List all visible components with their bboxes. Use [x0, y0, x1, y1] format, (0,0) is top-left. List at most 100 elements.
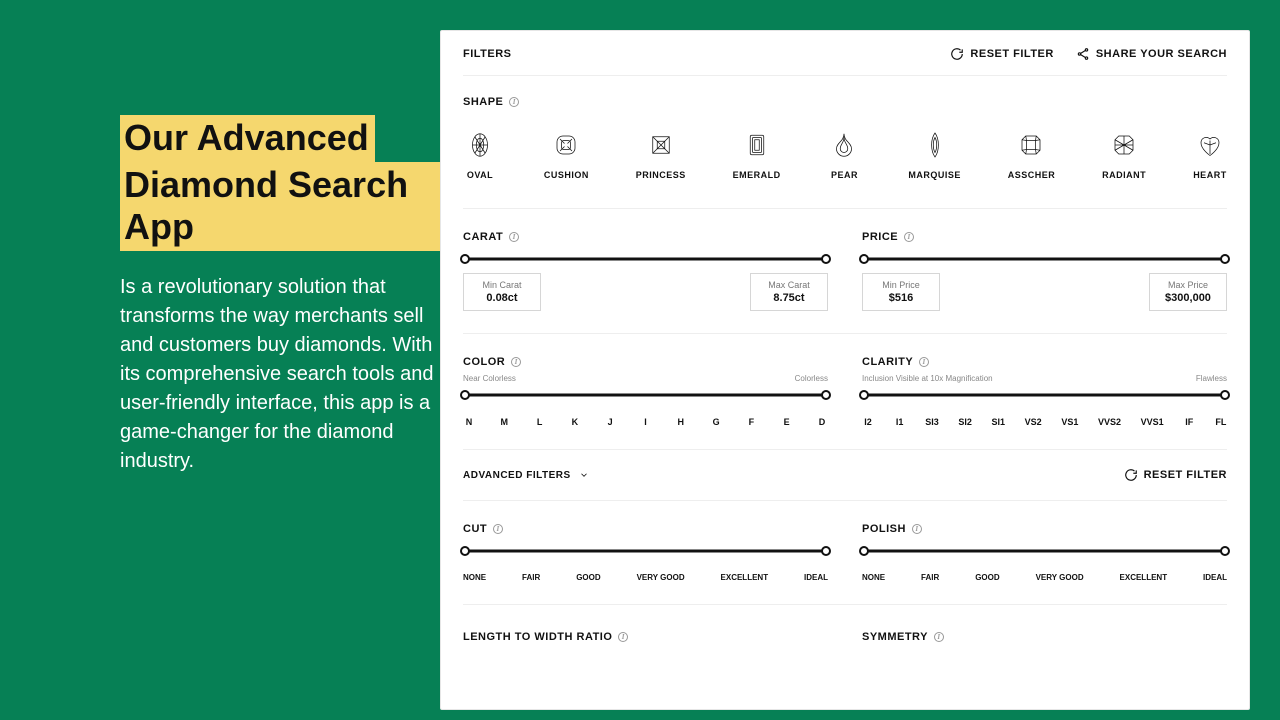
polish-slider[interactable] — [862, 547, 1227, 555]
shape-princess[interactable]: PRINCESS — [636, 130, 686, 180]
polish-title-text: POLISH — [862, 523, 906, 535]
clarity-scale: Inclusion Visible at 10x Magnification F… — [862, 374, 1227, 383]
shape-section: SHAPE OVAL CUSHION PRINCESS — [463, 76, 1227, 209]
price-title: PRICE — [862, 231, 1227, 243]
shape-label: RADIANT — [1102, 170, 1146, 180]
tick: EXCELLENT — [1120, 573, 1168, 582]
tick: FL — [1215, 417, 1227, 427]
tick: I — [639, 417, 651, 427]
tick: D — [816, 417, 828, 427]
tick: K — [569, 417, 581, 427]
shape-label: PEAR — [831, 170, 858, 180]
slider-track — [465, 258, 826, 261]
shape-asscher[interactable]: ASSCHER — [1008, 130, 1056, 180]
shape-radiant[interactable]: RADIANT — [1102, 130, 1146, 180]
cut-slider[interactable] — [463, 547, 828, 555]
app-panel: FILTERS RESET FILTER SHARE YOUR SEARCH — [440, 30, 1250, 710]
carat-title-text: CARAT — [463, 231, 503, 243]
carat-slider[interactable] — [463, 255, 828, 263]
max-carat-input[interactable]: Max Carat 8.75ct — [750, 273, 828, 311]
topbar: FILTERS RESET FILTER SHARE YOUR SEARCH — [463, 47, 1227, 76]
min-carat-input[interactable]: Min Carat 0.08ct — [463, 273, 541, 311]
max-carat-value: 8.75ct — [765, 292, 813, 304]
tick: FAIR — [921, 573, 939, 582]
min-price-value: $516 — [877, 292, 925, 304]
slider-handle-min[interactable] — [460, 390, 470, 400]
cut-filter: CUT NONE FAIR GOOD VERY GOOD EXCELLENT I… — [463, 523, 828, 582]
slider-handle-max[interactable] — [1220, 390, 1230, 400]
slider-track — [864, 258, 1225, 261]
color-title-text: COLOR — [463, 356, 505, 368]
color-title: COLOR — [463, 356, 828, 368]
share-search-label: SHARE YOUR SEARCH — [1096, 48, 1227, 60]
info-icon[interactable] — [511, 357, 521, 367]
color-slider[interactable] — [463, 391, 828, 399]
advanced-filters-bar: ADVANCED FILTERS RESET FILTER — [463, 450, 1227, 501]
marketing-column: Our Advanced Diamond Search App Is a rev… — [120, 115, 440, 476]
tick: VS1 — [1061, 417, 1078, 427]
reset-filter-button[interactable]: RESET FILTER — [950, 47, 1053, 61]
max-price-label: Max Price — [1164, 280, 1212, 290]
tick: L — [534, 417, 546, 427]
chevron-down-icon — [579, 470, 589, 480]
info-icon[interactable] — [904, 232, 914, 242]
tick: J — [604, 417, 616, 427]
shape-pear[interactable]: PEAR — [827, 130, 861, 180]
shape-list: OVAL CUSHION PRINCESS EMERALD — [463, 130, 1227, 209]
slider-handle-min[interactable] — [859, 390, 869, 400]
top-actions: RESET FILTER SHARE YOUR SEARCH — [950, 47, 1227, 61]
info-icon[interactable] — [509, 232, 519, 242]
reset-advanced-button[interactable]: RESET FILTER — [1124, 468, 1227, 482]
shape-label: MARQUISE — [908, 170, 961, 180]
color-scale-left: Near Colorless — [463, 374, 516, 383]
min-carat-value: 0.08ct — [478, 292, 526, 304]
info-icon[interactable] — [493, 524, 503, 534]
shape-emerald[interactable]: EMERALD — [733, 130, 781, 180]
tick: I1 — [894, 417, 906, 427]
filters-label: FILTERS — [463, 48, 512, 60]
min-price-input[interactable]: Min Price $516 — [862, 273, 940, 311]
info-icon[interactable] — [509, 97, 519, 107]
tick: EXCELLENT — [721, 573, 769, 582]
info-icon[interactable] — [618, 632, 628, 642]
info-icon[interactable] — [919, 357, 929, 367]
slider-handle-max[interactable] — [1220, 546, 1230, 556]
tick: VS2 — [1025, 417, 1042, 427]
shape-title-text: SHAPE — [463, 96, 503, 108]
info-icon[interactable] — [934, 632, 944, 642]
slider-handle-min[interactable] — [460, 546, 470, 556]
max-price-value: $300,000 — [1164, 292, 1212, 304]
max-price-input[interactable]: Max Price $300,000 — [1149, 273, 1227, 311]
shape-cushion[interactable]: CUSHION — [544, 130, 589, 180]
stage: Our Advanced Diamond Search App Is a rev… — [0, 0, 1280, 720]
slider-handle-max[interactable] — [821, 546, 831, 556]
min-carat-label: Min Carat — [478, 280, 526, 290]
slider-handle-min[interactable] — [859, 254, 869, 264]
share-search-button[interactable]: SHARE YOUR SEARCH — [1076, 47, 1227, 61]
price-slider[interactable] — [862, 255, 1227, 263]
clarity-title: CLARITY — [862, 356, 1227, 368]
headline-line-1: Our Advanced — [120, 115, 375, 162]
shape-label: CUSHION — [544, 170, 589, 180]
reset-advanced-label: RESET FILTER — [1144, 469, 1227, 481]
slider-handle-min[interactable] — [460, 254, 470, 264]
symmetry-filter: SYMMETRY — [862, 631, 1227, 643]
shape-oval[interactable]: OVAL — [463, 130, 497, 180]
slider-handle-max[interactable] — [1220, 254, 1230, 264]
color-ticks: N M L K J I H G F E D — [463, 417, 828, 427]
advanced-filters-label: ADVANCED FILTERS — [463, 470, 571, 481]
slider-handle-max[interactable] — [821, 254, 831, 264]
info-icon[interactable] — [912, 524, 922, 534]
shape-marquise[interactable]: MARQUISE — [908, 130, 961, 180]
tick: G — [710, 417, 722, 427]
slider-handle-min[interactable] — [859, 546, 869, 556]
tick: NONE — [862, 573, 885, 582]
tick: SI2 — [958, 417, 972, 427]
tick: GOOD — [576, 573, 600, 582]
color-clarity-row: COLOR Near Colorless Colorless N M L K J… — [463, 334, 1227, 450]
advanced-filters-toggle[interactable]: ADVANCED FILTERS — [463, 470, 589, 481]
slider-handle-max[interactable] — [821, 390, 831, 400]
headline-line-2: Diamond Search App — [120, 162, 440, 251]
clarity-slider[interactable] — [862, 391, 1227, 399]
shape-heart[interactable]: HEART — [1193, 130, 1227, 180]
